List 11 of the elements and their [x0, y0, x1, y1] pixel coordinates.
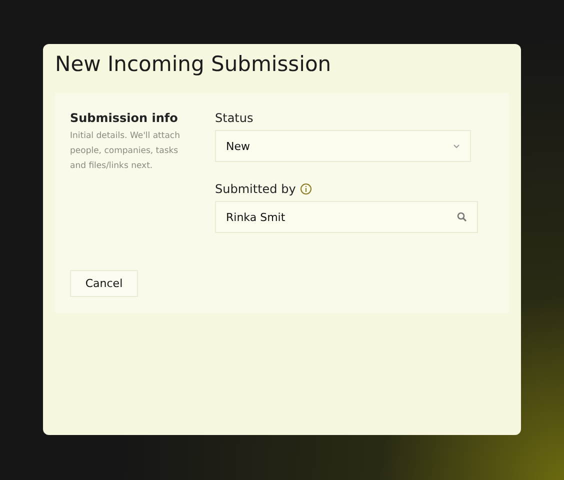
search-icon — [457, 212, 467, 222]
field-label: Status — [215, 111, 254, 125]
field-label: Submitted by — [215, 182, 296, 196]
section-description: Initial details. We'll attach people, companies, tasks and files/links next. — [70, 130, 181, 173]
info-icon[interactable] — [300, 183, 312, 195]
section-title: Submission info — [70, 111, 179, 125]
submitted-by-field[interactable]: Rinka Smit — [215, 201, 478, 233]
status-select[interactable]: New — [215, 130, 471, 162]
cancel-button[interactable]: Cancel — [70, 270, 138, 297]
chevron-down-icon — [453, 144, 460, 148]
dialog-title: New Incoming Submission — [55, 52, 332, 76]
